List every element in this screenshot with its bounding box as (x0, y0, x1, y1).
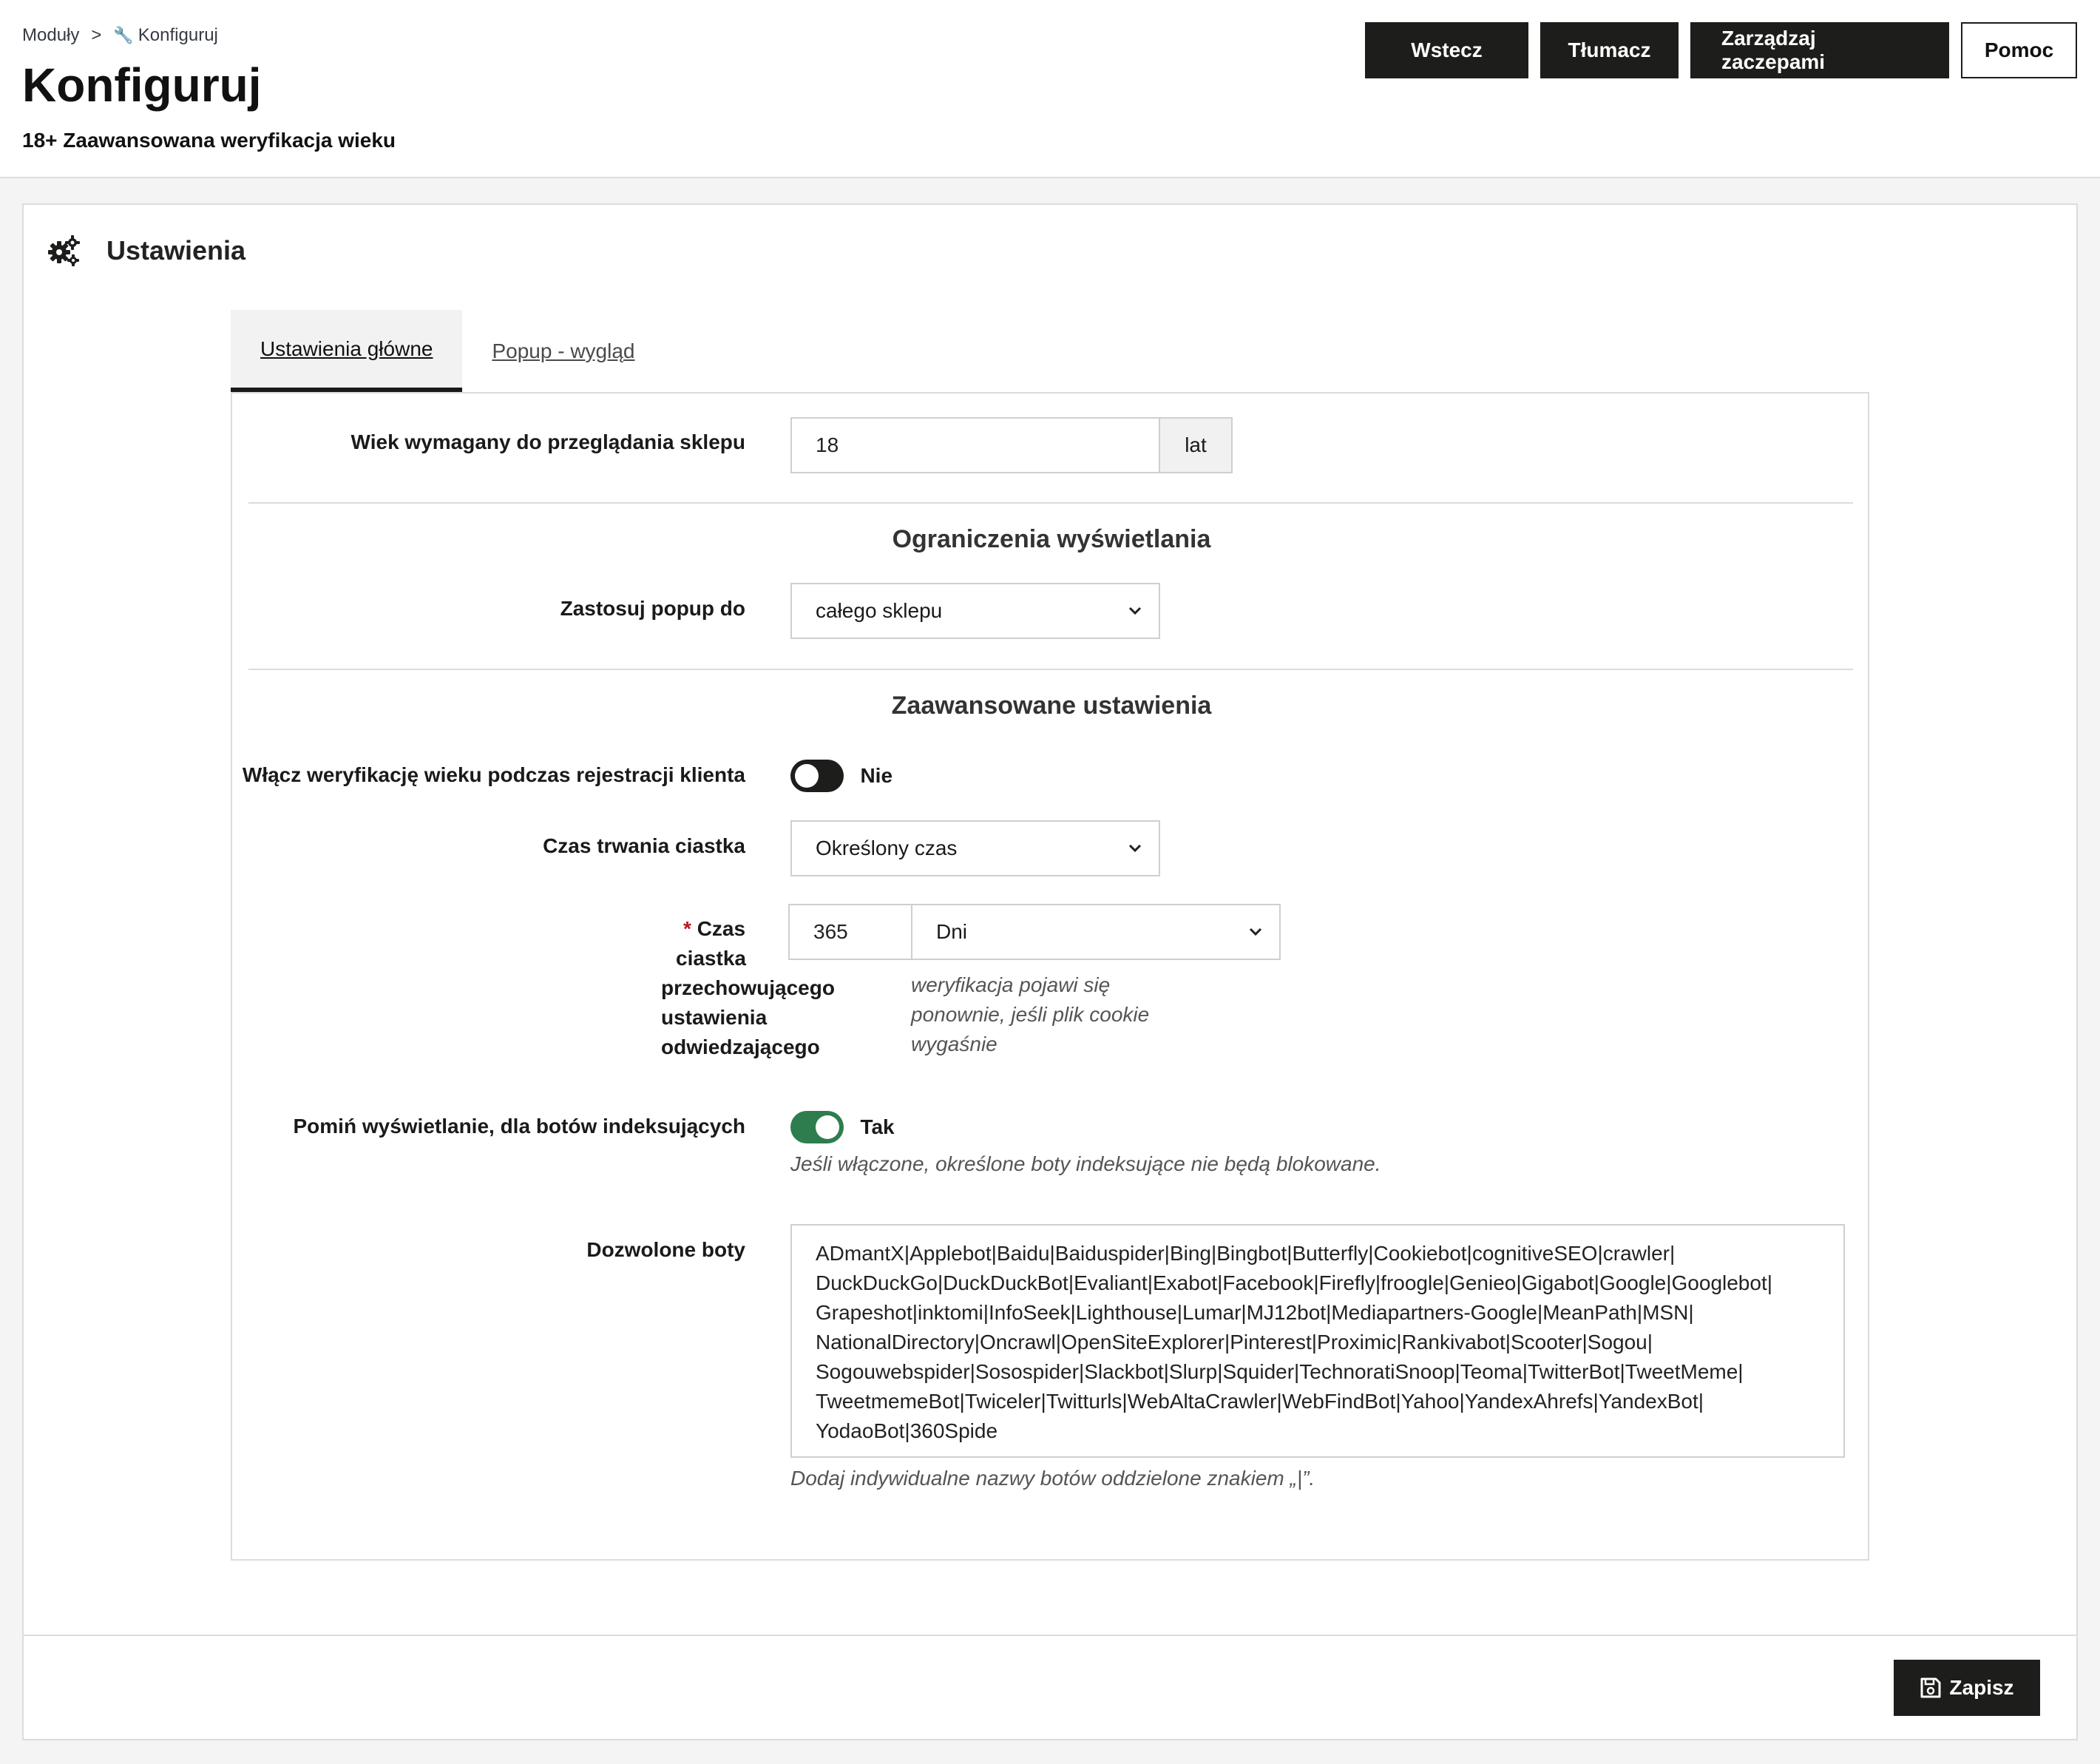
translate-button[interactable]: Tłumacz (1540, 22, 1679, 78)
skip-bots-toggle-group: Tak (790, 1111, 895, 1143)
save-button-label: Zapisz (1949, 1676, 2014, 1699)
help-button[interactable]: Pomoc (1961, 22, 2077, 78)
registration-toggle-state: Nie (860, 764, 893, 787)
toolbar: Wstecz Tłumacz Zarządzaj zaczepami Pomoc (1365, 22, 2077, 78)
breadcrumb-separator: > (91, 25, 102, 45)
breadcrumb-current: Konfiguruj (138, 25, 218, 45)
apply-popup-value: całego sklepu (816, 599, 943, 622)
skip-bots-toggle[interactable] (790, 1111, 844, 1143)
chevron-down-icon (1249, 927, 1262, 936)
page-header: Moduły > 🔧 Konfiguruj Konfiguruj 18+ Zaa… (0, 0, 2100, 178)
section-advanced-settings: Zaawansowane ustawienia (891, 692, 1212, 720)
apply-popup-label: Zastosuj popup do (560, 597, 745, 620)
save-button[interactable]: Zapisz (1894, 1660, 2040, 1716)
registration-verification-label: Włącz weryfikację wieku podczas rejestra… (242, 763, 745, 786)
settings-panel: Ustawienia Ustawienia główne Popup - wyg… (22, 203, 2078, 1740)
tab-popup-appearance[interactable]: Popup - wygląd (462, 310, 664, 392)
apply-popup-select[interactable]: całego sklepu (790, 583, 1160, 639)
cookie-duration-label: Czas trwania ciastka (543, 834, 745, 857)
chevron-down-icon (1128, 844, 1142, 853)
allowed-bots-textarea[interactable]: ADmantX|Applebot|Baidu|Baiduspider|Bing|… (790, 1224, 1845, 1458)
allowed-bots-label: Dozwolone boty (586, 1238, 745, 1261)
chevron-down-icon (1128, 606, 1142, 615)
age-input[interactable]: 18 (790, 417, 1160, 473)
age-suffix: lat (1159, 417, 1233, 473)
cookie-time-input[interactable]: 365 (788, 904, 912, 960)
registration-verification-toggle[interactable] (790, 760, 844, 792)
age-input-group: 18 lat (790, 417, 1233, 473)
floppy-disk-icon (1920, 1677, 1941, 1698)
tabs: Ustawienia główne Popup - wygląd (231, 310, 664, 392)
cookie-time-help: weryfikacja pojawi się ponownie, jeśli p… (911, 973, 1150, 1055)
gears-icon (48, 235, 80, 266)
cookie-duration-select[interactable]: Określony czas (790, 820, 1160, 876)
panel-footer-divider (24, 1635, 2076, 1636)
manage-hooks-button[interactable]: Zarządzaj zaczepami (1690, 22, 1949, 78)
panel-header: Ustawienia (47, 234, 245, 267)
panel-title: Ustawienia (106, 235, 246, 266)
section-display-restrictions: Ograniczenia wyświetlania (892, 525, 1211, 553)
cookie-time-unit-select[interactable]: Dni (911, 904, 1281, 960)
back-button[interactable]: Wstecz (1365, 22, 1528, 78)
settings-form: Wiek wymagany do przeglądania sklepu 18 … (231, 392, 1869, 1561)
page-subtitle: 18+ Zaawansowana weryfikacja wieku (22, 129, 396, 152)
allowed-bots-help: Dodaj indywidualne nazwy botów oddzielon… (790, 1467, 1315, 1490)
skip-bots-help: Jeśli włączone, określone boty indeksują… (790, 1152, 1381, 1175)
registration-toggle-group: Nie (790, 760, 892, 792)
required-marker: * (683, 917, 691, 940)
skip-bots-toggle-state: Tak (860, 1115, 895, 1138)
divider (248, 669, 1853, 670)
divider (248, 502, 1853, 504)
tab-main-settings[interactable]: Ustawienia główne (231, 310, 463, 392)
breadcrumb: Moduły > 🔧 Konfiguruj (22, 24, 218, 47)
cookie-duration-value: Określony czas (816, 837, 958, 859)
page-title: Konfiguruj (22, 58, 262, 112)
skip-bots-label: Pomiń wyświetlanie, dla botów indeksując… (293, 1115, 746, 1138)
wrench-icon: 🔧 (113, 26, 134, 44)
cookie-time-unit-value: Dni (936, 920, 968, 943)
cookie-time-group: 365 Dni (788, 904, 1281, 960)
age-label: Wiek wymagany do przeglądania sklepu (350, 430, 745, 453)
breadcrumb-modules-link[interactable]: Moduły (22, 25, 79, 46)
